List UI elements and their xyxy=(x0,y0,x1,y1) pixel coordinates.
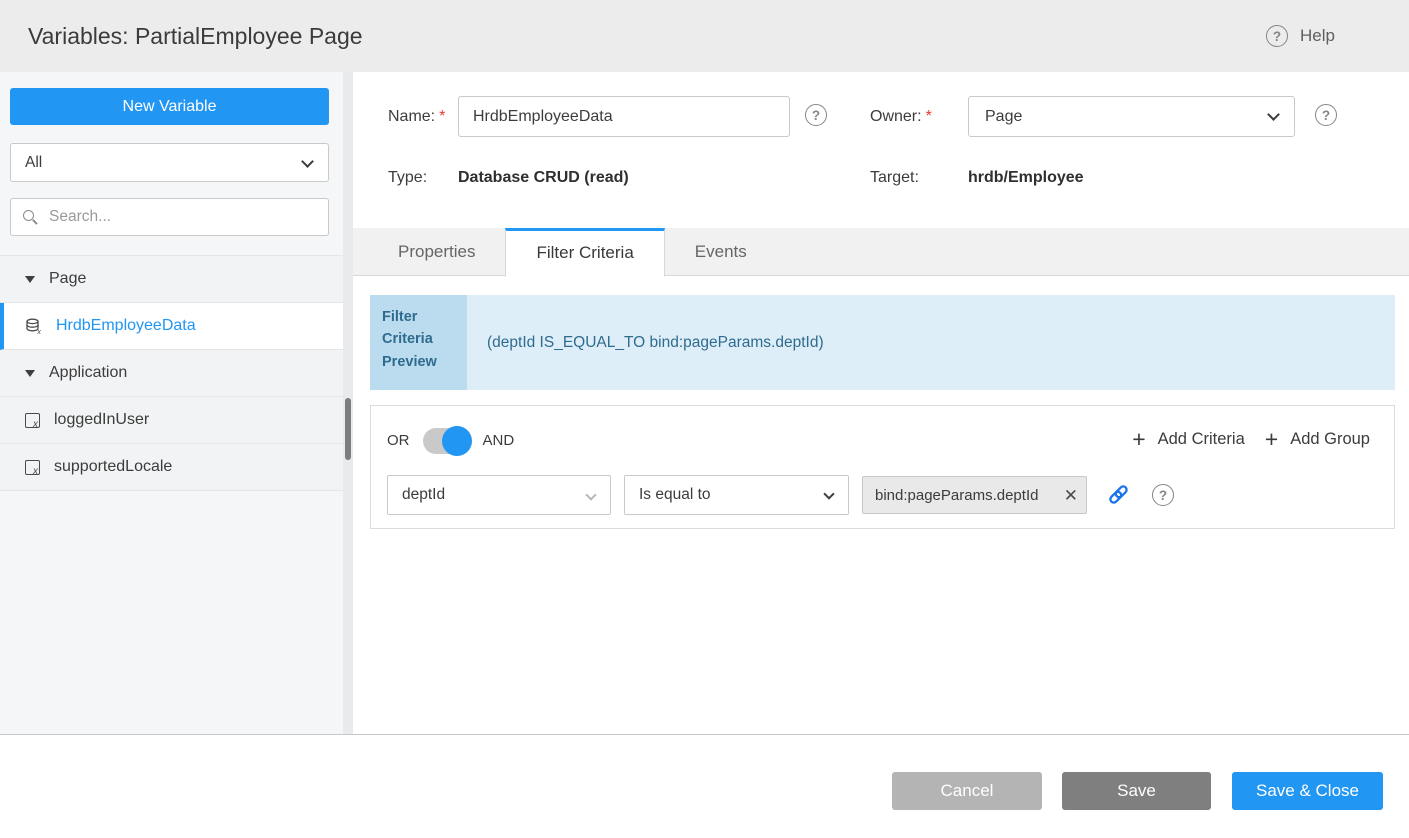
sidebar-item-label: loggedInUser xyxy=(54,411,149,429)
or-and-toggle[interactable] xyxy=(423,428,470,454)
name-help-icon[interactable] xyxy=(805,104,827,126)
add-criteria-label: Add Criteria xyxy=(1158,430,1245,449)
logic-toggle-group: OR AND xyxy=(387,426,514,455)
variable-tree: Page x HrdbEmployeeData Application xyxy=(0,255,343,491)
sidebar-item-label: supportedLocale xyxy=(54,458,172,476)
tab-bar: Properties Filter Criteria Events xyxy=(353,228,1409,276)
svg-text:x: x xyxy=(36,329,41,335)
owner-select[interactable]: Page xyxy=(968,96,1295,137)
condition-select-value: Is equal to xyxy=(639,486,711,503)
chevron-down-icon xyxy=(1267,108,1280,121)
criteria-group: OR AND Add Criteria Add Group deptId xyxy=(370,405,1395,529)
target-label: Target: xyxy=(870,169,919,187)
tab-filter-criteria[interactable]: Filter Criteria xyxy=(505,228,664,277)
name-label: Name:* xyxy=(388,96,445,137)
new-variable-button[interactable]: New Variable xyxy=(10,88,329,125)
cancel-button[interactable]: Cancel xyxy=(892,772,1042,810)
type-value: Database CRUD (read) xyxy=(458,169,629,187)
sidebar-item-hrdbemployeedata[interactable]: x HrdbEmployeeData xyxy=(0,303,343,350)
clear-bind-icon[interactable] xyxy=(1064,487,1078,504)
or-label: OR xyxy=(387,432,410,449)
chevron-down-icon xyxy=(301,155,314,168)
name-label-text: Name: xyxy=(388,108,435,125)
add-group-button[interactable]: Add Group xyxy=(1265,428,1370,451)
type-label: Type: xyxy=(388,169,427,187)
criteria-help-icon[interactable] xyxy=(1152,484,1174,506)
variables-sidebar: New Variable All Page x xyxy=(0,72,343,734)
criteria-actions: Add Criteria Add Group xyxy=(1132,428,1370,451)
sidebar-scrollbar[interactable] xyxy=(343,72,353,734)
collapse-arrow-icon[interactable] xyxy=(25,276,35,283)
owner-select-value: Page xyxy=(985,108,1022,125)
owner-help-icon[interactable] xyxy=(1315,104,1337,126)
preview-expression: (deptId IS_EQUAL_TO bind:pageParams.dept… xyxy=(467,295,1395,390)
chevron-down-icon xyxy=(585,489,596,500)
sidebar-group-application[interactable]: Application xyxy=(0,350,343,397)
filter-criteria-preview: Filter Criteria Preview (deptId IS_EQUAL… xyxy=(370,295,1395,390)
help-icon xyxy=(1266,25,1288,47)
help-button[interactable]: Help xyxy=(1266,0,1335,72)
sidebar-group-label: Application xyxy=(49,364,127,382)
chevron-down-icon xyxy=(823,488,834,499)
help-label: Help xyxy=(1300,26,1335,46)
collapse-arrow-icon[interactable] xyxy=(25,370,35,377)
name-field-box xyxy=(458,96,790,137)
plus-icon xyxy=(1132,428,1145,451)
bind-value-text: bind:pageParams.deptId xyxy=(875,487,1064,504)
criteria-row: deptId Is equal to bind:pageParams.deptI… xyxy=(387,475,1174,515)
owner-label: Owner:* xyxy=(870,96,932,137)
save-and-close-button[interactable]: Save & Close xyxy=(1232,772,1383,810)
variables-dialog: Variables: PartialEmployee Page Help New… xyxy=(0,0,1409,838)
database-icon: x xyxy=(25,318,42,335)
tab-properties[interactable]: Properties xyxy=(368,228,505,276)
search-icon xyxy=(23,210,38,225)
model-variable-icon xyxy=(25,413,40,428)
sidebar-item-supportedlocale[interactable]: supportedLocale xyxy=(0,444,343,491)
variable-search xyxy=(10,198,329,236)
add-criteria-button[interactable]: Add Criteria xyxy=(1132,428,1245,451)
field-select[interactable]: deptId xyxy=(387,475,611,515)
target-value: hrdb/Employee xyxy=(968,169,1084,187)
scrollbar-thumb[interactable] xyxy=(345,398,351,460)
variable-type-filter-select[interactable]: All xyxy=(10,143,329,182)
plus-icon xyxy=(1265,428,1278,451)
bind-value-token[interactable]: bind:pageParams.deptId xyxy=(862,476,1087,514)
owner-label-text: Owner: xyxy=(870,108,922,125)
dialog-footer: Cancel Save Save & Close xyxy=(0,734,1409,838)
sidebar-group-page[interactable]: Page xyxy=(0,256,343,303)
add-group-label: Add Group xyxy=(1290,430,1370,449)
required-marker: * xyxy=(439,108,445,125)
dialog-header: Variables: PartialEmployee Page Help xyxy=(0,0,1409,72)
preview-label: Filter Criteria Preview xyxy=(370,295,467,390)
field-select-value: deptId xyxy=(402,486,445,503)
and-label: AND xyxy=(483,432,515,449)
variable-detail-panel: Name:* Owner:* Page Type: Database CRUD … xyxy=(353,72,1409,734)
sidebar-group-label: Page xyxy=(49,270,86,288)
sidebar-item-label: HrdbEmployeeData xyxy=(56,317,196,335)
sidebar-item-loggedinuser[interactable]: loggedInUser xyxy=(0,397,343,444)
condition-select[interactable]: Is equal to xyxy=(624,475,849,515)
name-input[interactable] xyxy=(459,97,789,136)
search-input[interactable] xyxy=(47,207,297,227)
model-variable-icon xyxy=(25,460,40,475)
tab-events[interactable]: Events xyxy=(665,228,777,276)
required-marker: * xyxy=(926,108,932,125)
bind-link-icon[interactable] xyxy=(1107,483,1130,511)
save-button[interactable]: Save xyxy=(1062,772,1211,810)
variable-type-filter-value: All xyxy=(25,154,42,171)
page-title: Variables: PartialEmployee Page xyxy=(28,0,363,72)
toggle-knob xyxy=(442,426,472,456)
